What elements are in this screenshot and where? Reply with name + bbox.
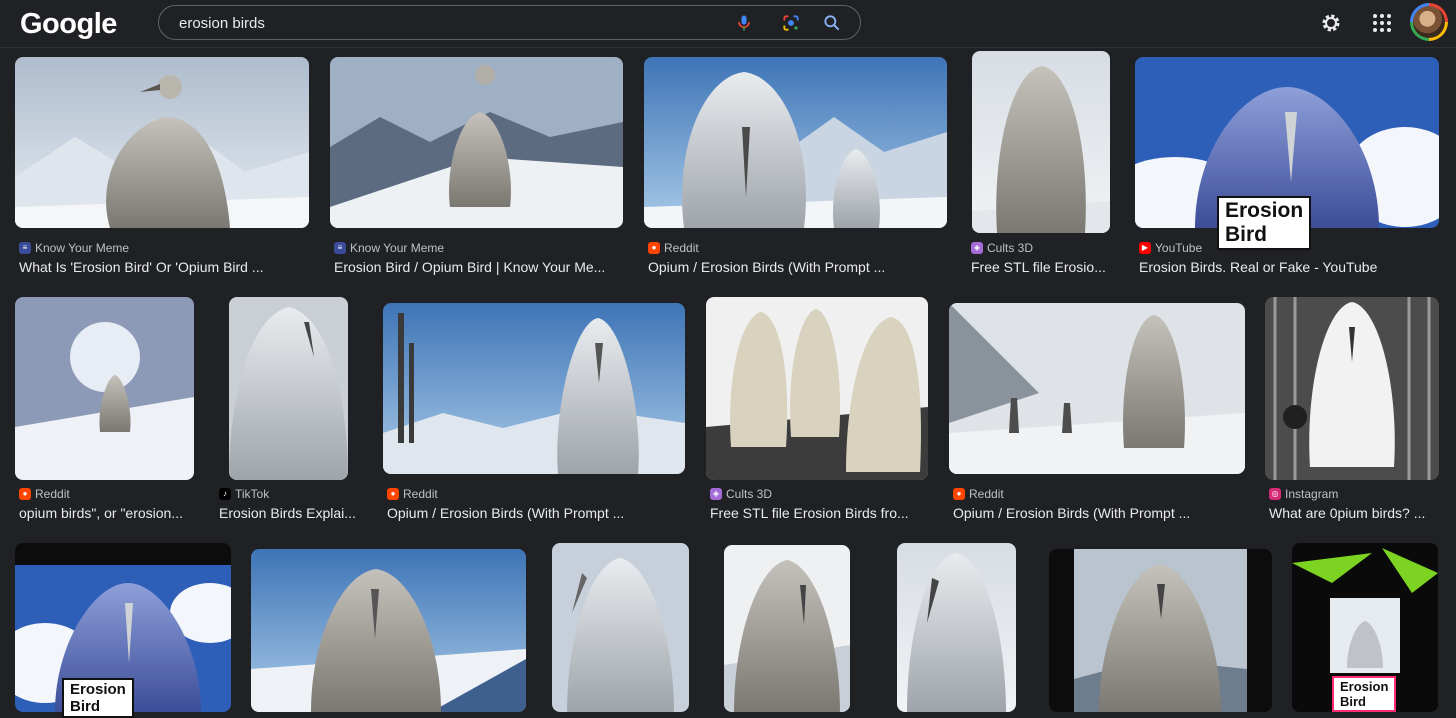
result-image[interactable] bbox=[1049, 549, 1272, 712]
result-title[interactable]: What Is 'Erosion Bird' Or 'Opium Bird ..… bbox=[19, 259, 309, 275]
result-image[interactable] bbox=[1265, 297, 1439, 480]
lens-icon[interactable] bbox=[781, 13, 801, 33]
kym-icon: ≡ bbox=[334, 242, 346, 254]
top-bar: Google erosion birds bbox=[0, 0, 1456, 48]
result-source: ◎ Instagram bbox=[1269, 487, 1338, 501]
result-image[interactable] bbox=[724, 545, 850, 712]
result-title[interactable]: Erosion Birds. Real or Fake - YouTube bbox=[1139, 259, 1439, 275]
result-source: ▶ YouTube bbox=[1139, 241, 1202, 255]
account-avatar[interactable] bbox=[1410, 3, 1448, 41]
result-source: ● Reddit bbox=[19, 487, 70, 501]
result-source: ● Reddit bbox=[387, 487, 438, 501]
search-input[interactable]: erosion birds bbox=[179, 15, 265, 32]
instagram-icon: ◎ bbox=[1269, 488, 1281, 500]
result-title[interactable]: Free STL file Erosio... bbox=[971, 259, 1111, 275]
result-source: ◈ Cults 3D bbox=[971, 241, 1033, 255]
result-title[interactable]: Opium / Erosion Birds (With Prompt ... bbox=[648, 259, 943, 275]
result-source: ◈ Cults 3D bbox=[710, 487, 772, 501]
thumbnail-caption: Erosion Bird bbox=[62, 678, 134, 718]
result-image[interactable] bbox=[706, 297, 928, 480]
google-logo[interactable]: Google bbox=[20, 8, 117, 41]
result-source: ♪ TikTok bbox=[219, 487, 269, 501]
thumbnail-caption: Erosion Bird bbox=[1217, 196, 1312, 250]
result-image[interactable] bbox=[15, 297, 194, 480]
cults-icon: ◈ bbox=[710, 488, 722, 500]
reddit-icon: ● bbox=[19, 488, 31, 500]
result-title[interactable]: Free STL file Erosion Birds fro... bbox=[710, 505, 920, 521]
result-image[interactable] bbox=[251, 549, 526, 712]
result-image[interactable] bbox=[972, 51, 1110, 233]
youtube-icon: ▶ bbox=[1139, 242, 1151, 254]
reddit-icon: ● bbox=[648, 242, 660, 254]
result-title[interactable]: Opium / Erosion Birds (With Prompt ... bbox=[387, 505, 685, 521]
result-image[interactable] bbox=[330, 57, 623, 228]
result-image[interactable] bbox=[229, 297, 348, 480]
reddit-icon: ● bbox=[953, 488, 965, 500]
search-icon[interactable] bbox=[822, 13, 842, 33]
result-title[interactable]: opium birds", or "erosion... bbox=[19, 505, 194, 521]
kym-icon: ≡ bbox=[19, 242, 31, 254]
result-image[interactable] bbox=[15, 57, 309, 228]
apps-icon[interactable] bbox=[1370, 11, 1394, 35]
result-image[interactable] bbox=[897, 543, 1016, 712]
result-source: ≡ Know Your Meme bbox=[19, 241, 129, 255]
result-image[interactable] bbox=[383, 303, 685, 474]
result-source: ● Reddit bbox=[953, 487, 1004, 501]
result-image[interactable] bbox=[949, 303, 1245, 474]
result-title[interactable]: Erosion Bird / Opium Bird | Know Your Me… bbox=[334, 259, 619, 275]
search-box[interactable]: erosion birds bbox=[158, 5, 861, 40]
tiktok-icon: ♪ bbox=[219, 488, 231, 500]
result-image[interactable] bbox=[644, 57, 947, 228]
result-title[interactable]: Erosion Birds Explai... bbox=[219, 505, 359, 521]
mic-icon[interactable] bbox=[734, 13, 754, 33]
result-title[interactable]: What are 0pium birds? ... bbox=[1269, 505, 1439, 521]
result-source: ● Reddit bbox=[648, 241, 699, 255]
gear-icon[interactable] bbox=[1319, 11, 1343, 35]
thumbnail-caption: Erosion Bird bbox=[1332, 676, 1397, 712]
result-source: ≡ Know Your Meme bbox=[334, 241, 444, 255]
reddit-icon: ● bbox=[387, 488, 399, 500]
cults-icon: ◈ bbox=[971, 242, 983, 254]
result-title[interactable]: Opium / Erosion Birds (With Prompt ... bbox=[953, 505, 1245, 521]
result-image[interactable] bbox=[552, 543, 689, 712]
